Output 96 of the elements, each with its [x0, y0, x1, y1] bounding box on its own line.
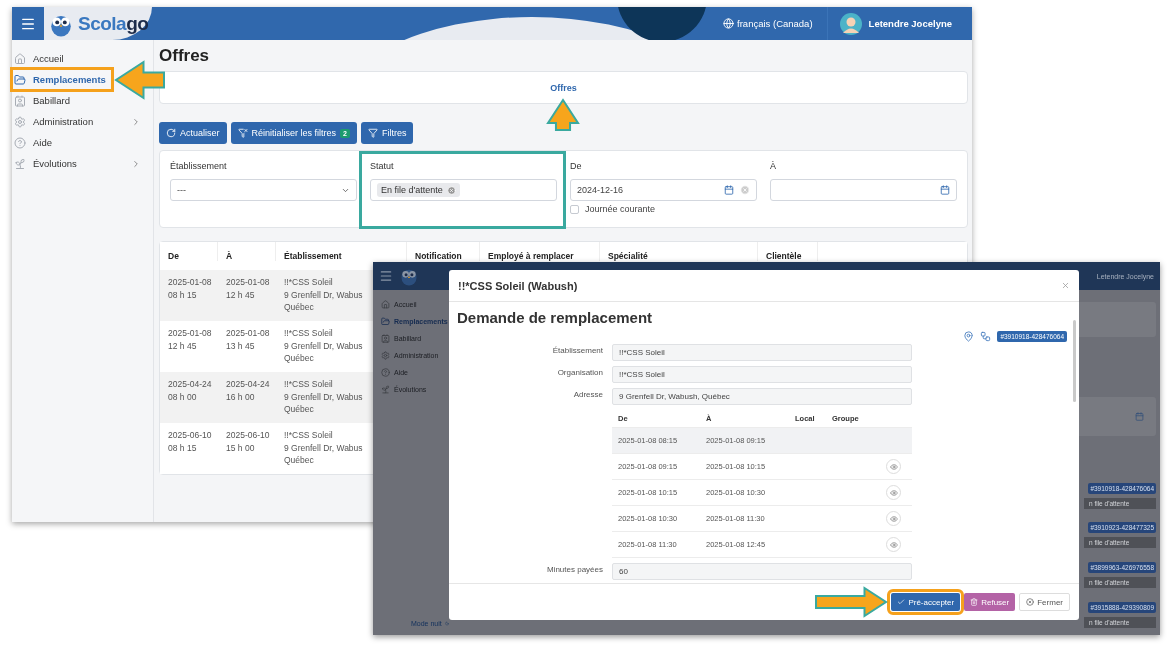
column-header: Notification	[407, 242, 480, 261]
home-icon	[14, 52, 26, 65]
checkbox[interactable]	[570, 204, 579, 214]
check-icon	[897, 598, 906, 606]
calendar-icon	[940, 185, 950, 195]
calendar-icon	[724, 185, 734, 195]
map-pin-icon[interactable]	[963, 330, 975, 342]
sprout-icon	[381, 385, 390, 394]
user-name[interactable]: Letendre Jocelyne	[868, 18, 972, 29]
language-selector[interactable]: français (Canada)	[723, 7, 828, 40]
avatar-icon	[839, 12, 862, 35]
table-cell-text: 2025-01-08 08 h 15	[167, 276, 212, 301]
field-label: Adresse	[572, 389, 603, 399]
dialog-button[interactable]: Fermer	[1019, 593, 1070, 611]
eye-icon	[889, 540, 898, 549]
date-field[interactable]: 2024-12-16	[570, 179, 757, 201]
callout-arrow	[114, 61, 165, 99]
column-header: Employé à remplacer	[480, 242, 600, 261]
globe-icon	[723, 18, 735, 29]
column-header: Spécialité	[600, 242, 758, 261]
help-icon	[14, 136, 26, 149]
field-label: Établissement	[551, 345, 603, 355]
table-cell-text: 2025-06-10 08 h 15	[167, 429, 212, 454]
table-cell-text: 2025-01-08 12 h 45	[225, 276, 270, 301]
filter-label: Établissement	[170, 161, 228, 171]
table-cell-text: 2025-01-08 13 h 45	[225, 327, 270, 352]
filter-label: À	[770, 161, 777, 171]
menu-icon	[379, 269, 393, 283]
logo-text: Scolago	[78, 12, 149, 35]
select-field[interactable]: ---	[170, 179, 357, 201]
calendar-icon	[1135, 411, 1144, 421]
page-title: Offres	[159, 46, 211, 66]
trash-icon	[970, 598, 979, 606]
refresh-icon	[166, 128, 176, 138]
modal-heading: Demande de remplacement	[457, 308, 654, 328]
contact-card-icon	[381, 334, 390, 343]
close-icon	[1061, 281, 1070, 290]
workflow-icon[interactable]	[980, 330, 992, 342]
view-button[interactable]	[886, 459, 901, 474]
checkbox-label[interactable]: Journée courante	[570, 204, 757, 214]
input-field[interactable]: 60	[612, 563, 912, 580]
breadcrumb-link[interactable]: Offres	[550, 82, 577, 93]
close-button[interactable]	[1061, 281, 1070, 290]
view-button[interactable]	[886, 511, 901, 526]
input-field[interactable]: !!*CSS Soleil	[612, 344, 912, 361]
eye-icon	[889, 488, 898, 497]
home-icon	[381, 300, 390, 309]
moon-icon	[444, 620, 449, 627]
toolbar-button[interactable]: Filtres	[360, 122, 414, 144]
settings-icon	[14, 115, 26, 128]
table-cell-text: !!*CSS Soleil 9 Grenfell Dr, Wabus Québec	[283, 327, 363, 365]
table-cell-text: 2025-04-24 16 h 00	[225, 378, 270, 403]
filter-tag: En file d'attente	[377, 183, 460, 197]
nav-item[interactable]: Administration	[12, 111, 100, 132]
table-cell-text: 2025-04-24 08 h 00	[167, 378, 212, 403]
table-cell-text: !!*CSS Soleil 9 Grenfell Dr, Wabus Québec	[283, 276, 363, 314]
nav-item[interactable]: Accueil	[12, 48, 70, 69]
clear-icon	[740, 185, 750, 195]
modal-title: !!*CSS Soleil (Wabush)	[458, 279, 579, 292]
field-label: Minutes payées	[545, 564, 603, 574]
eye-icon	[889, 514, 898, 523]
help-icon	[381, 368, 390, 377]
filter-clear-icon	[237, 128, 248, 138]
folder-icon	[14, 73, 26, 86]
table-cell-text: !!*CSS Soleil 9 Grenfell Dr, Wabus Québec	[283, 378, 363, 416]
column-header: À	[218, 242, 276, 261]
view-button[interactable]	[886, 537, 901, 552]
nav-item[interactable]: Évolutions	[12, 153, 83, 174]
column-header: Clientèle	[758, 242, 818, 261]
column-header: Établissement	[276, 242, 407, 261]
scrollbar[interactable]	[1073, 320, 1076, 402]
filter-label: De	[570, 161, 583, 171]
contact-card-icon	[14, 94, 26, 107]
column-header: De	[160, 242, 218, 261]
dialog-button[interactable]: Refuser	[964, 593, 1016, 611]
table-cell-text: 2025-06-10 15 h 00	[225, 429, 270, 454]
input-field[interactable]: 9 Grenfell Dr, Wabush, Québec	[612, 388, 912, 405]
view-button[interactable]	[886, 485, 901, 500]
field-label: Organisation	[556, 367, 603, 377]
folder-icon	[381, 317, 390, 326]
sprout-icon	[14, 157, 26, 170]
date-field[interactable]	[770, 179, 957, 201]
settings-icon	[381, 351, 390, 360]
table-cell-text: 2025-01-08 12 h 45	[167, 327, 212, 352]
filter-label: Statut	[370, 161, 395, 171]
tag-input-field[interactable]: En file d'attente	[370, 179, 557, 201]
eye-icon	[889, 462, 898, 471]
toolbar-button[interactable]: Actualiser	[159, 122, 227, 144]
filter-icon	[367, 128, 378, 138]
close-circle-icon	[1026, 598, 1035, 606]
nav-item[interactable]: Remplacements	[12, 69, 112, 90]
table-cell-text: !!*CSS Soleil 9 Grenfell Dr, Wabus Québec	[283, 429, 363, 467]
input-field[interactable]: !!*CSS Soleil	[612, 366, 912, 383]
remove-icon	[446, 185, 456, 195]
nav-item[interactable]: Babillard	[12, 90, 76, 111]
nav-item[interactable]: Aide	[12, 132, 58, 153]
